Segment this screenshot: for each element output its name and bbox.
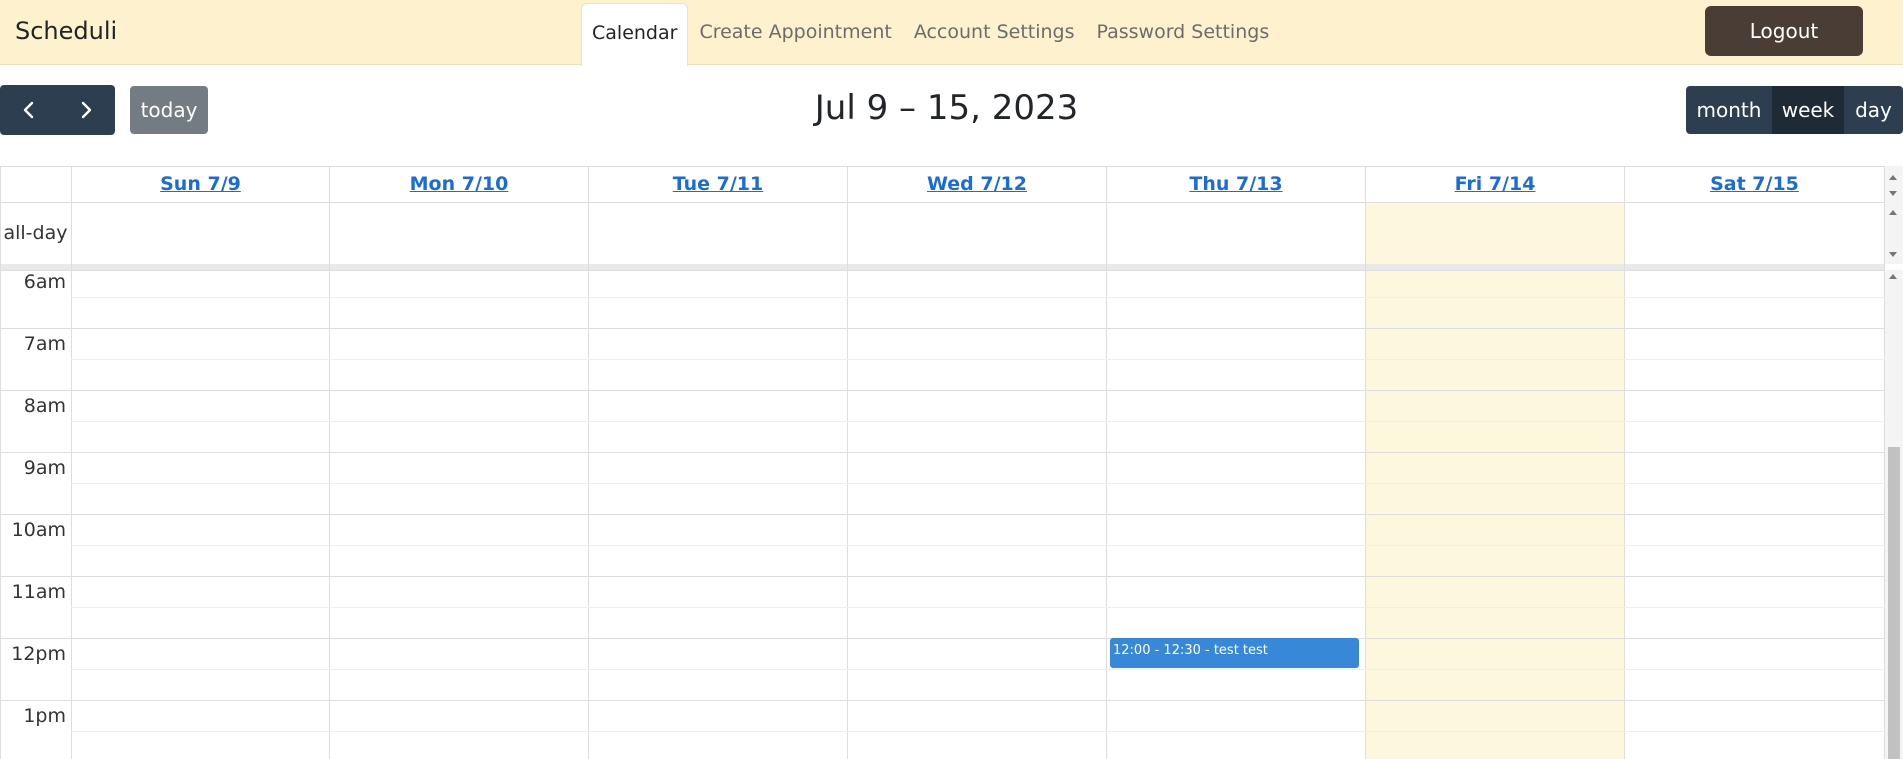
tab-calendar[interactable]: Calendar [581, 3, 689, 66]
day-header-wed[interactable]: Wed 7/12 [848, 166, 1106, 202]
hour-line [0, 638, 1885, 639]
time-label-11am: 11am [11, 581, 66, 603]
time-label-6am: 6am [23, 271, 66, 293]
half-hour-line [71, 297, 1885, 298]
app-brand[interactable]: Scheduli [15, 17, 117, 45]
hour-line [0, 270, 1885, 271]
half-hour-line [71, 421, 1885, 422]
half-hour-line [71, 731, 1885, 732]
day-header-tue[interactable]: Tue 7/11 [589, 166, 847, 202]
col-divider [847, 166, 848, 759]
view-week-button[interactable]: week [1772, 86, 1844, 134]
scroll-up-arrow-icon[interactable] [1889, 175, 1897, 180]
scroll-up-arrow-icon[interactable] [1889, 274, 1897, 279]
day-header-thu[interactable]: Thu 7/13 [1107, 166, 1365, 202]
half-hour-line [71, 483, 1885, 484]
col-divider [1365, 166, 1366, 759]
allday-label: all-day [3, 222, 68, 244]
col-divider [329, 166, 330, 759]
scroll-up-arrow-icon[interactable] [1889, 210, 1897, 215]
half-hour-line [71, 545, 1885, 546]
col-divider [71, 166, 72, 759]
view-day-button[interactable]: day [1844, 86, 1903, 134]
hour-line [0, 514, 1885, 515]
scroll-down-arrow-icon[interactable] [1889, 191, 1897, 196]
today-allday-highlight [1366, 202, 1625, 264]
half-hour-line [71, 669, 1885, 670]
day-header-mon[interactable]: Mon 7/10 [330, 166, 588, 202]
hour-line [0, 700, 1885, 701]
time-label-9am: 9am [23, 457, 66, 479]
logout-button[interactable]: Logout [1705, 6, 1863, 56]
nav-tabs: Calendar Create Appointment Account Sett… [581, 3, 1280, 66]
view-switcher: month week day [1686, 86, 1903, 134]
hour-line [0, 576, 1885, 577]
calendar-event[interactable]: 12:00 - 12:30 - test test [1110, 638, 1359, 668]
header-bottom-border [0, 202, 1885, 203]
hour-line [0, 390, 1885, 391]
calendar-title: Jul 9 – 15, 2023 [814, 88, 1079, 128]
tab-password-settings[interactable]: Password Settings [1086, 3, 1281, 66]
day-header-sun[interactable]: Sun 7/9 [72, 166, 329, 202]
time-label-7am: 7am [23, 333, 66, 355]
scrollbar-thumb[interactable] [1888, 447, 1900, 759]
day-header-fri[interactable]: Fri 7/14 [1366, 166, 1624, 202]
hour-line [0, 328, 1885, 329]
allday-scrollbar[interactable] [1885, 166, 1903, 264]
time-label-12pm: 12pm [11, 643, 66, 665]
navbar: Scheduli Calendar Create Appointment Acc… [0, 0, 1903, 66]
tab-create-appointment[interactable]: Create Appointment [688, 3, 902, 66]
time-label-10am: 10am [11, 519, 66, 541]
col-divider [588, 166, 589, 759]
time-label-1pm: 1pm [23, 705, 66, 727]
view-month-button[interactable]: month [1686, 86, 1772, 134]
scroll-down-arrow-icon[interactable] [1889, 252, 1897, 257]
col-divider [1624, 166, 1625, 759]
day-header-sat[interactable]: Sat 7/15 [1625, 166, 1884, 202]
time-label-8am: 8am [23, 395, 66, 417]
hour-line [0, 452, 1885, 453]
half-hour-line [71, 359, 1885, 360]
col-divider [1106, 166, 1107, 759]
half-hour-line [71, 607, 1885, 608]
week-calendar: Sun 7/9 Mon 7/10 Tue 7/11 Wed 7/12 Thu 7… [0, 166, 1903, 759]
tab-account-settings[interactable]: Account Settings [903, 3, 1086, 66]
